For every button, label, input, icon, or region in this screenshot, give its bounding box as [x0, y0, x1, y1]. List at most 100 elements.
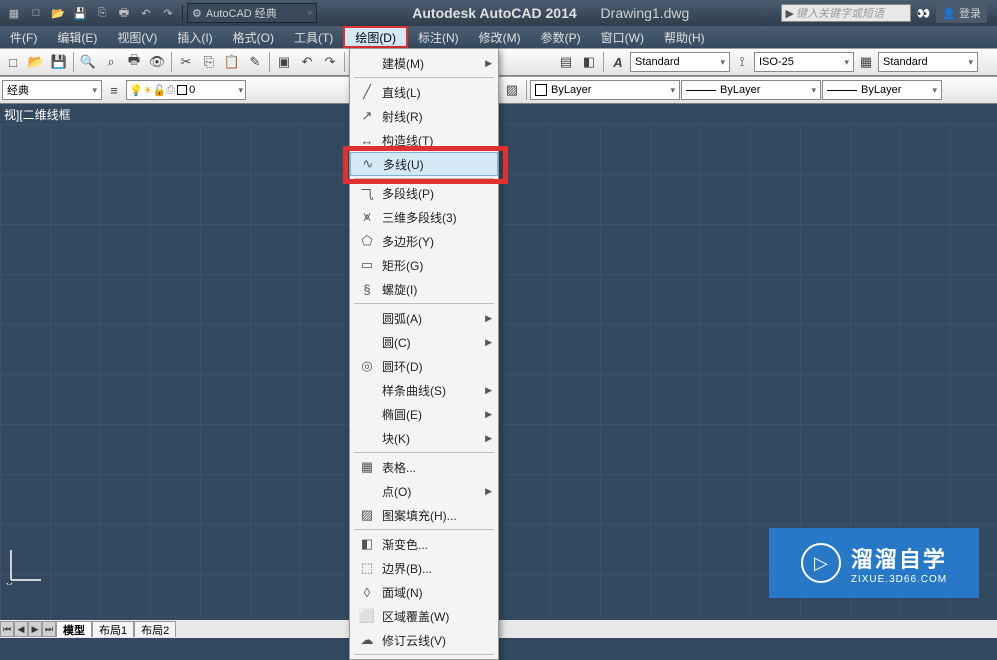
menu-item-gradient[interactable]: ◧渐变色... — [350, 532, 498, 556]
new-icon[interactable]: □ — [26, 3, 46, 23]
menu-insert[interactable]: 插入(I) — [167, 26, 222, 48]
save-doc-icon[interactable]: 💾 — [48, 51, 70, 73]
menu-edit[interactable]: 编辑(E) — [47, 26, 107, 48]
menu-dimension[interactable]: 标注(N) — [408, 26, 469, 48]
watermark: ▷ 溜溜自学 ZIXUE.3D66.COM — [769, 528, 979, 598]
plot-icon[interactable]: 🖶 — [123, 51, 145, 73]
menu-item-pline3d[interactable]: ⩙三维多段线(3) — [350, 205, 498, 229]
workspace-combo[interactable]: ⚙ AutoCAD 经典 ▾ — [187, 3, 317, 23]
menu-window[interactable]: 窗口(W) — [591, 26, 654, 48]
menu-item-xline[interactable]: ↔构造线(T) — [350, 128, 498, 152]
copy-icon[interactable]: ⎘ — [198, 51, 220, 73]
cut-icon[interactable]: ✂ — [175, 51, 197, 73]
dimstyle-icon[interactable]: ⟟ — [731, 51, 753, 73]
print-icon[interactable]: 🖶 — [114, 3, 134, 23]
bulb-icon: 💡 — [129, 84, 143, 97]
table-style-combo[interactable]: Standard▾ — [878, 52, 978, 72]
app-title: Autodesk AutoCAD 2014 Drawing1.dwg — [321, 5, 781, 21]
menu-item-rect[interactable]: ▭矩形(G) — [350, 253, 498, 277]
menu-item-circle[interactable]: 圆(C)▶ — [350, 330, 498, 354]
tab-last-icon[interactable]: ⏭ — [42, 621, 56, 637]
classic-combo[interactable]: 经典▾ — [2, 80, 102, 100]
menu-param[interactable]: 参数(P) — [531, 26, 591, 48]
user-icon: 👤 — [942, 8, 956, 20]
menu-item-ray[interactable]: ↗射线(R) — [350, 104, 498, 128]
redo2-icon[interactable]: ↷ — [319, 51, 341, 73]
redo-icon[interactable]: ↷ — [158, 3, 178, 23]
binoculars-icon[interactable]: 👀 — [917, 7, 931, 20]
revcloud-icon: ☁ — [356, 631, 378, 649]
menu-item-point[interactable]: 点(O)▶ — [350, 479, 498, 503]
tab-prev-icon[interactable]: ◀ — [14, 621, 28, 637]
polygon-icon: ⬠ — [356, 232, 378, 250]
menu-item-wipeout[interactable]: ⬜区域覆盖(W) — [350, 604, 498, 628]
menu-modify[interactable]: 修改(M) — [469, 26, 531, 48]
tab-model[interactable]: 模型 — [56, 621, 92, 637]
preview-icon[interactable]: 👁 — [146, 51, 168, 73]
dim-style-combo[interactable]: ISO-25▾ — [754, 52, 854, 72]
open-icon[interactable]: 📂 — [48, 3, 68, 23]
paste-icon[interactable]: 📋 — [221, 51, 243, 73]
print-icon2: ⎙ — [166, 84, 175, 97]
linetype-combo[interactable]: ByLayer▾ — [681, 80, 821, 100]
line-icon: ╱ — [356, 83, 378, 101]
layer-prev-icon[interactable]: ◧ — [578, 51, 600, 73]
zoom-window-icon[interactable]: ⌕ — [100, 51, 122, 73]
undo2-icon[interactable]: ↶ — [296, 51, 318, 73]
undo-icon[interactable]: ↶ — [136, 3, 156, 23]
ray-icon: ↗ — [356, 107, 378, 125]
color-combo[interactable]: ByLayer▾ — [530, 80, 680, 100]
text-style-combo[interactable]: Standard▾ — [630, 52, 730, 72]
menu-item-arc[interactable]: 圆弧(A)▶ — [350, 306, 498, 330]
saveas-icon[interactable]: ⎘ — [92, 3, 112, 23]
menu-item-modeling[interactable]: 建模(M)▶ — [350, 51, 498, 75]
open-doc-icon[interactable]: 📂 — [25, 51, 47, 73]
menu-help[interactable]: 帮助(H) — [654, 26, 715, 48]
tab-next-icon[interactable]: ▶ — [28, 621, 42, 637]
xline-icon: ↔ — [356, 131, 378, 149]
layer-match-icon[interactable]: ▨ — [501, 79, 523, 101]
menu-item-helix[interactable]: §螺旋(I) — [350, 277, 498, 301]
menu-item-pline[interactable]: ⺄多段线(P) — [350, 181, 498, 205]
tab-first-icon[interactable]: ⏮ — [0, 621, 14, 637]
textstyle-icon[interactable]: A — [607, 51, 629, 73]
layer-combo[interactable]: 💡 ☀ 🔓 ⎙ 0 ▾ — [126, 80, 246, 100]
new-doc-icon[interactable]: □ — [2, 51, 24, 73]
hatch-icon: ▨ — [356, 506, 378, 524]
quick-access-toolbar: ▦ □ 📂 💾 ⎘ 🖶 ↶ ↷ ⚙ AutoCAD 经典 ▾ — [0, 3, 321, 23]
menu-item-boundary[interactable]: ⬚边界(B)... — [350, 556, 498, 580]
gear-icon: ⚙ — [192, 7, 202, 20]
menu-tools[interactable]: 工具(T) — [284, 26, 343, 48]
menu-view[interactable]: 视图(V) — [107, 26, 167, 48]
menu-item-line[interactable]: ╱直线(L) — [350, 80, 498, 104]
menu-item-revcloud[interactable]: ☁修订云线(V) — [350, 628, 498, 652]
layer-manager-icon[interactable]: ≡ — [103, 79, 125, 101]
helix-icon: § — [356, 280, 378, 298]
menu-draw[interactable]: 绘图(D) — [343, 26, 408, 48]
menu-item-spline[interactable]: 样条曲线(S)▶ — [350, 378, 498, 402]
tab-layout1[interactable]: 布局1 — [92, 621, 134, 637]
save-icon[interactable]: 💾 — [70, 3, 90, 23]
search-input[interactable]: ▶ 键入关键字或短语 — [781, 4, 911, 22]
layer-iso-icon[interactable]: ▤ — [555, 51, 577, 73]
tablestyle-icon[interactable]: ▦ — [855, 51, 877, 73]
menu-item-block[interactable]: 块(K)▶ — [350, 426, 498, 450]
block-icon[interactable]: ▣ — [273, 51, 295, 73]
login-button[interactable]: 👤 登录 — [936, 3, 987, 23]
match-icon[interactable]: ✎ — [244, 51, 266, 73]
tab-layout2[interactable]: 布局2 — [134, 621, 176, 637]
menu-item-hatch[interactable]: ▨图案填充(H)... — [350, 503, 498, 527]
menu-file[interactable]: 件(F) — [0, 26, 47, 48]
menu-item-table[interactable]: ▦表格... — [350, 455, 498, 479]
menu-item-polygon[interactable]: ⬠多边形(Y) — [350, 229, 498, 253]
menu-item-donut[interactable]: ◎圆环(D) — [350, 354, 498, 378]
lineweight-combo[interactable]: ByLayer▾ — [822, 80, 942, 100]
menu-format[interactable]: 格式(O) — [223, 26, 284, 48]
menu-item-ellipse[interactable]: 椭圆(E)▶ — [350, 402, 498, 426]
app-menu-icon[interactable]: ▦ — [4, 3, 24, 23]
menu-item-mline[interactable]: ∿多线(U) — [350, 152, 498, 176]
zoom-extents-icon[interactable]: 🔍 — [77, 51, 99, 73]
pline3d-icon: ⩙ — [356, 208, 378, 226]
menu-item-region[interactable]: ◊面域(N) — [350, 580, 498, 604]
file-name: Drawing1.dwg — [601, 5, 690, 21]
